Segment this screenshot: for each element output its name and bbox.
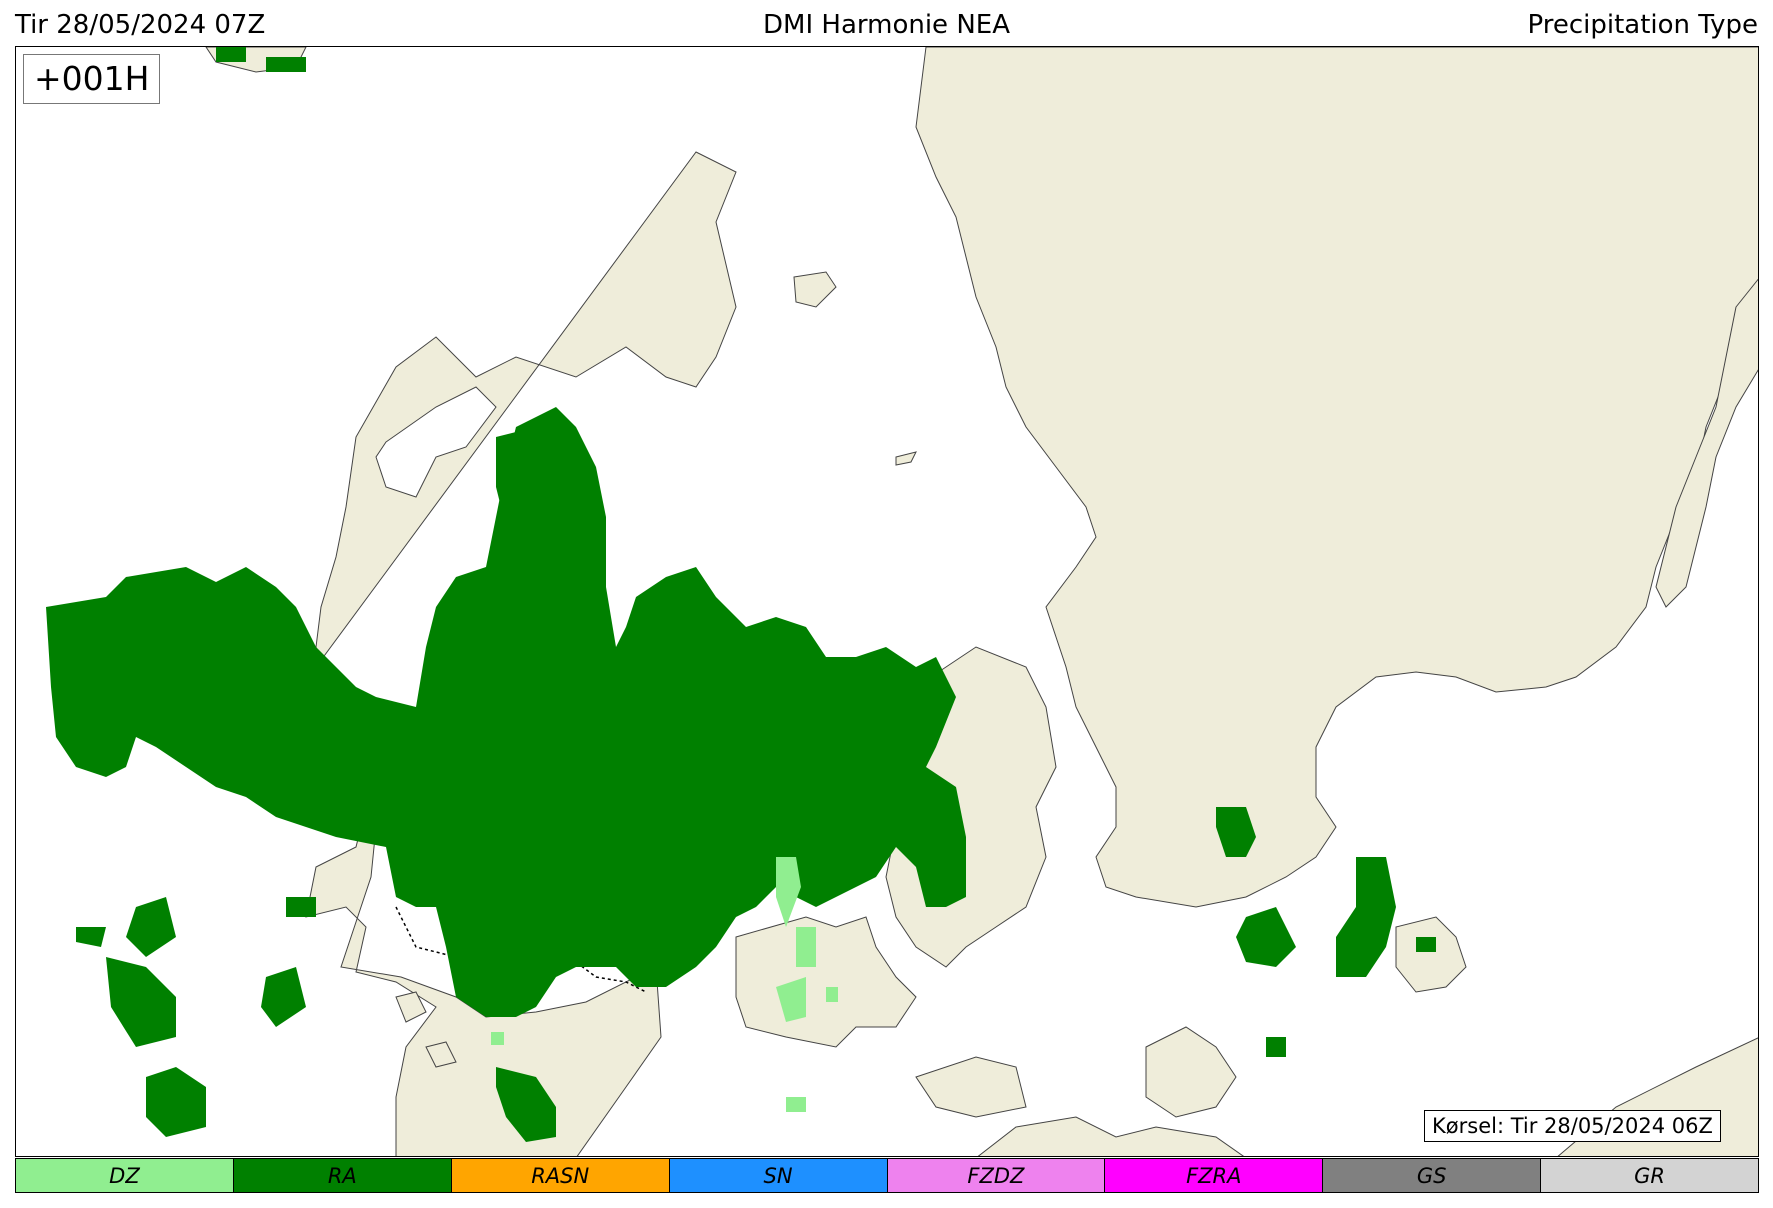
precip-rain-islet-5 — [286, 897, 316, 917]
precip-drizzle-5 — [491, 1032, 504, 1045]
map-panel: +001H Kørsel: Tir 28/05/2024 06Z — [15, 46, 1759, 1157]
precip-drizzle-1 — [776, 857, 801, 927]
precip-rain-east-1 — [1416, 937, 1436, 952]
legend-item-gr: GR — [1540, 1159, 1758, 1192]
legend-item-rasn: RASN — [450, 1159, 669, 1192]
precip-drizzle-4 — [826, 987, 838, 1002]
precip-rain-east-2 — [1266, 1037, 1286, 1057]
precipitation-map — [46, 47, 1758, 1156]
precip-rain-islet-3 — [146, 1067, 206, 1137]
precip-rain-islet-6 — [76, 927, 106, 947]
precip-rain-islet-4 — [261, 967, 306, 1027]
precip-rain-oland-south — [1336, 857, 1396, 977]
land-rugen — [1145, 1026, 1237, 1118]
lead-time-label: +001H — [23, 54, 161, 104]
model-run-label: Kørsel: Tir 28/05/2024 06Z — [1424, 1110, 1721, 1142]
legend-item-fzra: FZRA — [1104, 1159, 1323, 1192]
legend-item-dz: DZ — [16, 1159, 233, 1192]
precip-rain-bornholm-south — [1236, 907, 1296, 967]
precip-rain-norway-2 — [266, 57, 306, 72]
land-laeso — [793, 271, 837, 308]
legend-item-fzdz: FZDZ — [886, 1159, 1105, 1192]
precip-rain-islet-2 — [106, 957, 176, 1047]
precipitation-type-legend: DZ RA RASN SN FZDZ FZRA GS GR — [15, 1158, 1759, 1193]
legend-item-gs: GS — [1322, 1159, 1541, 1192]
precip-rain-islet-1 — [126, 897, 176, 957]
precip-drizzle-2 — [796, 927, 816, 967]
land-lolland — [915, 1056, 1027, 1118]
product-title: Precipitation Type — [1527, 10, 1759, 40]
model-title: DMI Harmonie NEA — [763, 10, 1010, 40]
precip-drizzle-6 — [786, 1097, 806, 1112]
legend-item-sn: SN — [668, 1159, 887, 1192]
land-layer — [205, 47, 1758, 1156]
land-funen — [735, 916, 917, 1048]
land-mecklenburg — [977, 1116, 1245, 1156]
land-bornholm — [1395, 916, 1467, 993]
legend-item-ra: RA — [232, 1159, 451, 1192]
precip-rain-norway — [216, 47, 246, 62]
land-anholt — [895, 451, 917, 466]
